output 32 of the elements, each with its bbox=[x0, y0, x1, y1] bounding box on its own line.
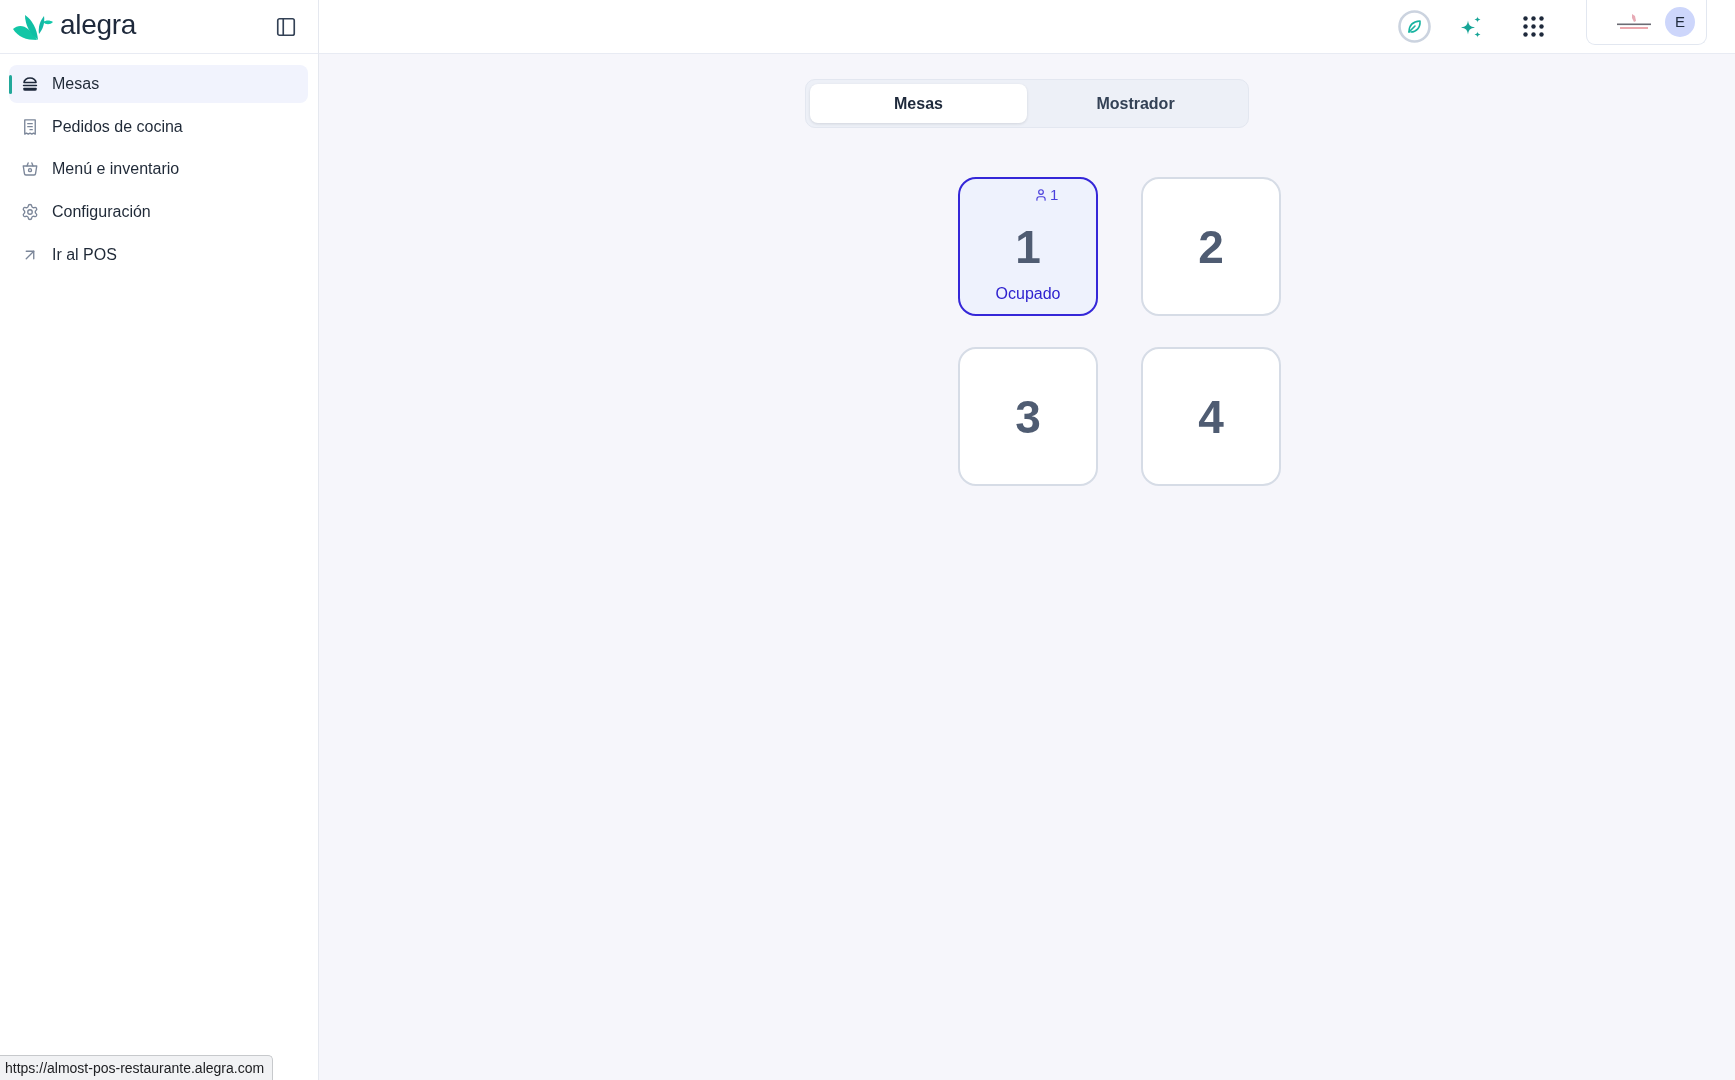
receipt-icon bbox=[21, 117, 39, 136]
table-number: 1 bbox=[1015, 221, 1041, 272]
table-number: 3 bbox=[1015, 391, 1041, 442]
layers-icon bbox=[21, 75, 39, 93]
apps-grid-icon[interactable] bbox=[1523, 16, 1544, 37]
table-card[interactable]: 3 bbox=[958, 347, 1098, 486]
settings-icon bbox=[21, 203, 39, 222]
sidebar-item[interactable]: Pedidos de cocina bbox=[9, 107, 308, 146]
table-status: Ocupado bbox=[995, 284, 1061, 303]
table-card[interactable]: 1 1 Ocupado bbox=[958, 177, 1098, 316]
sidebar-toggle-icon[interactable] bbox=[275, 15, 297, 38]
table-card[interactable]: 2 bbox=[1141, 177, 1281, 316]
sidebar-item[interactable]: Menú e inventario bbox=[9, 150, 308, 189]
sidebar-item[interactable]: Ir al POS bbox=[9, 235, 308, 274]
person-icon bbox=[1034, 188, 1048, 202]
company-logo-icon bbox=[1616, 12, 1652, 31]
guest-count: 1 bbox=[1050, 186, 1059, 204]
view-tab[interactable]: Mostrador bbox=[1027, 84, 1244, 123]
sidebar-item[interactable]: Configuración bbox=[9, 193, 308, 232]
user-avatar: E bbox=[1665, 6, 1695, 37]
table-card[interactable]: 4 bbox=[1141, 347, 1281, 486]
sparkles-icon[interactable] bbox=[1459, 14, 1483, 39]
table-number: 4 bbox=[1198, 391, 1224, 442]
logo-mark-icon bbox=[12, 12, 54, 41]
view-tab[interactable]: Mesas bbox=[810, 84, 1027, 123]
brand-name: alegra bbox=[60, 10, 137, 42]
sidebar-item[interactable]: Mesas bbox=[9, 65, 308, 103]
link-url-status: https://almost-pos-restaurante.alegra.com bbox=[0, 1055, 274, 1080]
account-button[interactable]: E bbox=[1586, 0, 1707, 45]
basket-icon bbox=[21, 160, 39, 179]
table-number: 2 bbox=[1198, 221, 1224, 272]
leaf-icon[interactable] bbox=[1398, 10, 1431, 43]
